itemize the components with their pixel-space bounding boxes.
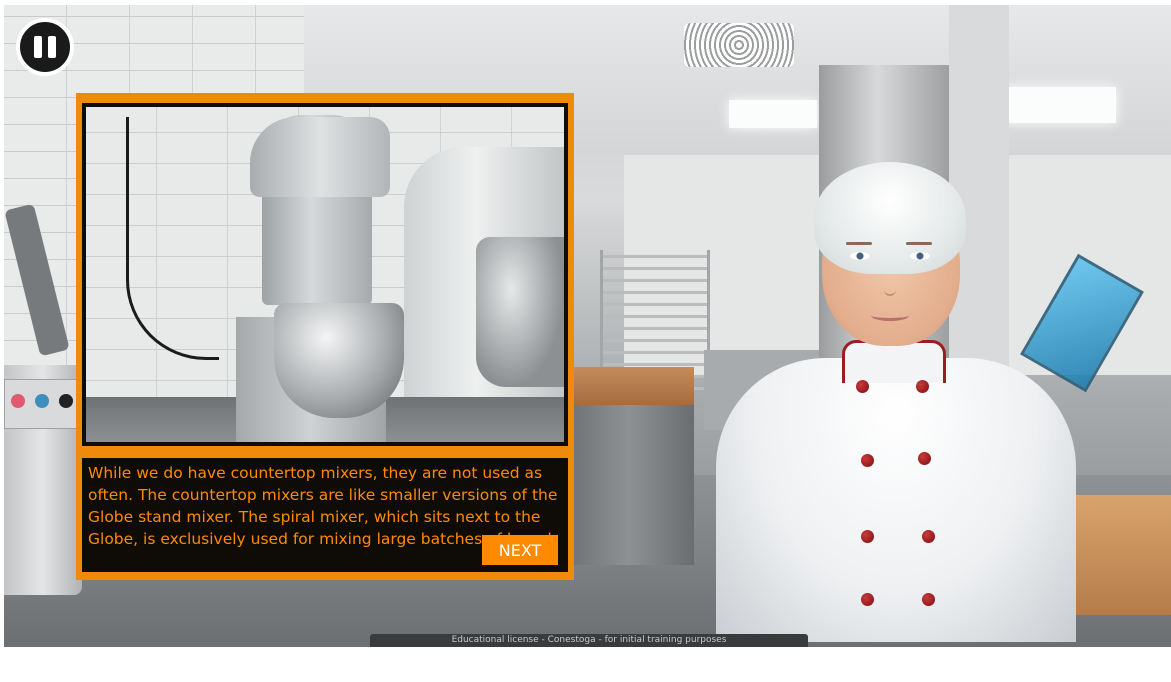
mixer-control-panel: [4, 379, 82, 429]
chef-coat: [716, 358, 1076, 642]
coat-button: [856, 380, 869, 393]
control-knob: [59, 394, 73, 408]
chef-eye: [850, 252, 870, 260]
pause-button[interactable]: [16, 18, 74, 76]
hairnet: [814, 162, 966, 274]
chef-nose: [884, 268, 896, 296]
coat-button: [922, 530, 935, 543]
pause-icon: [34, 36, 42, 58]
stand-mixer-head: [250, 117, 390, 197]
control-knob: [35, 394, 49, 408]
coat-button: [861, 454, 874, 467]
pause-icon: [48, 36, 56, 58]
mixer-photo: [82, 103, 568, 446]
coat-button: [922, 593, 935, 606]
coat-button: [861, 530, 874, 543]
spiral-mixer-bowl: [476, 237, 564, 387]
stand-mixer-bowl: [274, 303, 404, 418]
chef-eyebrow: [906, 242, 932, 245]
chef-eye: [910, 252, 930, 260]
steel-cabinet: [564, 405, 694, 565]
license-notice: Educational license - Conestoga - for in…: [370, 634, 808, 647]
chef-eyebrow: [846, 242, 872, 245]
next-button[interactable]: NEXT: [482, 535, 558, 565]
mixer-photo-image: [86, 107, 564, 442]
wood-counter: [564, 367, 694, 407]
coat-button: [918, 452, 931, 465]
chef-mouth: [871, 310, 909, 321]
coat-button: [916, 380, 929, 393]
chef-avatar: [706, 158, 1086, 642]
info-dialog: While we do have countertop mixers, they…: [76, 93, 574, 580]
control-knob: [11, 394, 25, 408]
power-cord: [126, 117, 219, 360]
ceiling-light: [1004, 87, 1116, 123]
coat-button: [861, 593, 874, 606]
ceiling-vent: [684, 23, 794, 67]
chef-collar: [842, 340, 946, 383]
ceiling-light: [729, 100, 817, 128]
